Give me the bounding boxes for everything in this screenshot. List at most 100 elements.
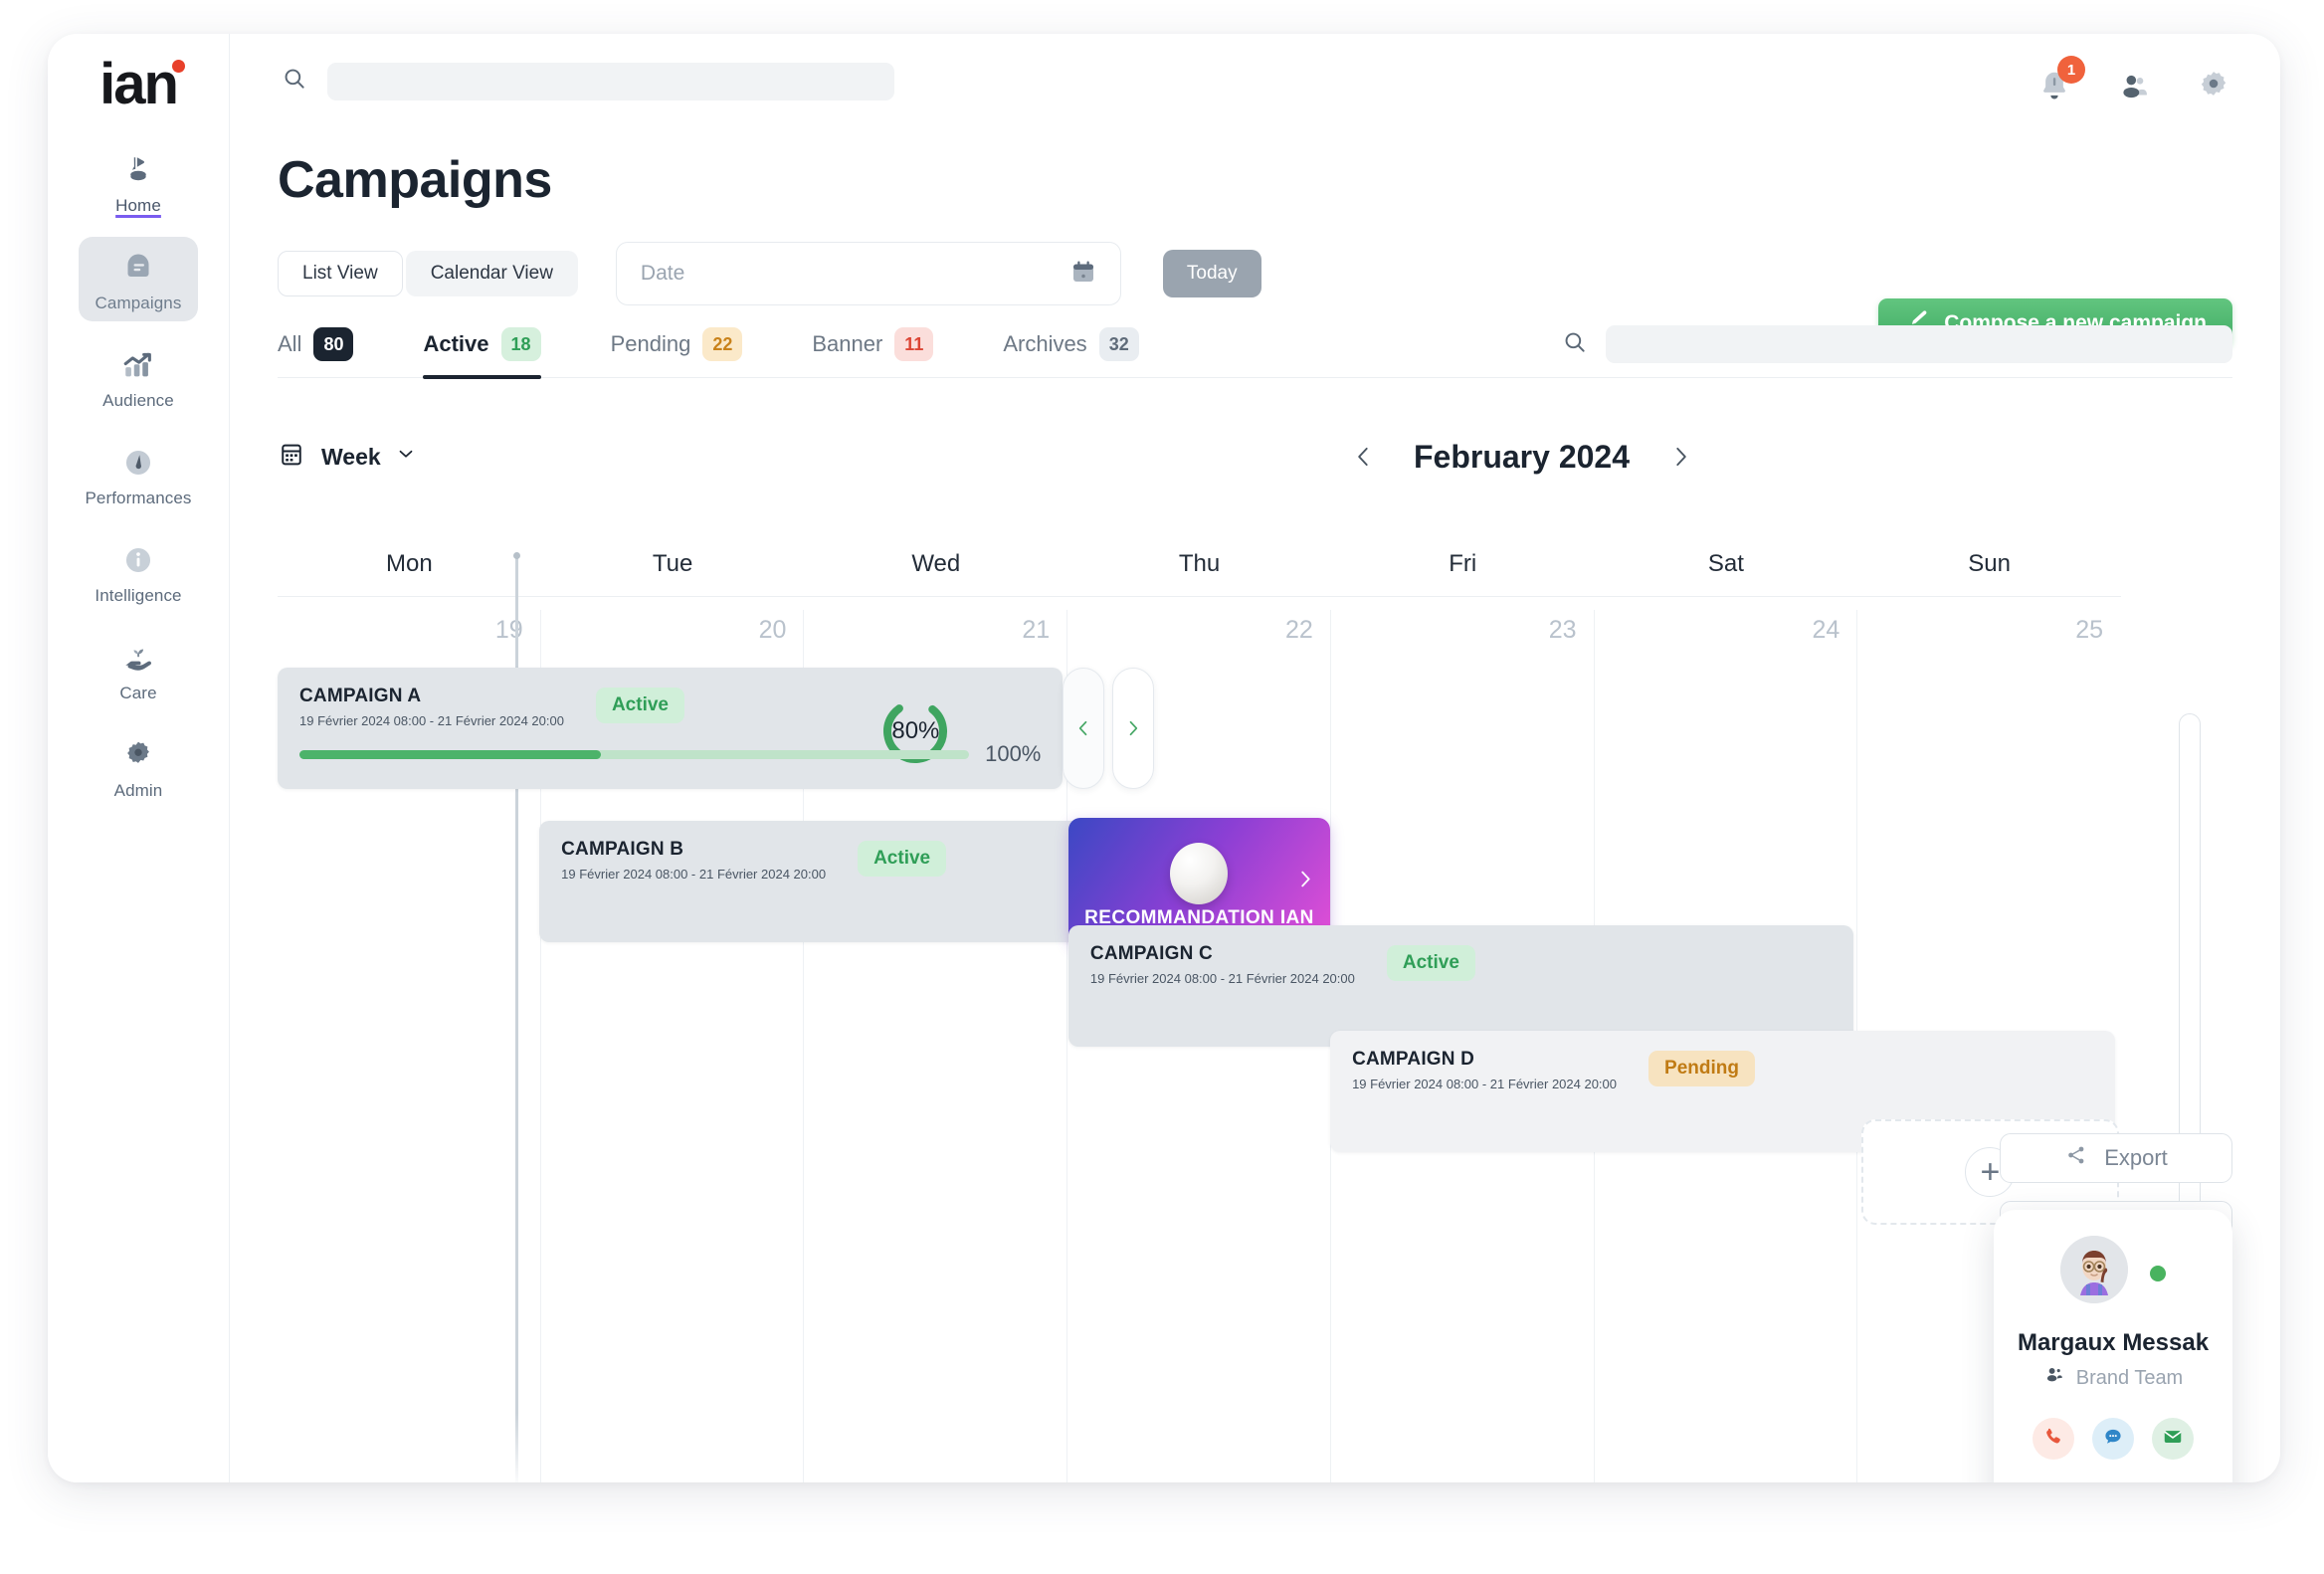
range-selector-label: Week bbox=[321, 443, 381, 470]
event-prev-button[interactable] bbox=[1063, 668, 1105, 789]
tab-label: Archives bbox=[1003, 331, 1087, 356]
chevron-right-icon bbox=[1294, 869, 1316, 895]
calendar-date-numbers: 19 20 21 22 23 24 25 bbox=[278, 610, 2121, 645]
mailbox-icon bbox=[117, 247, 159, 289]
phone-icon bbox=[2042, 1426, 2064, 1453]
event-title: CAMPAIGN C bbox=[1089, 943, 1213, 964]
calendar-grid-icon bbox=[278, 441, 305, 474]
contact-card[interactable]: Margaux Messak Brand Team bbox=[1994, 1210, 2232, 1482]
people-icon bbox=[2043, 1364, 2065, 1392]
recommendation-card[interactable]: RECOMMANDATION IAN bbox=[1067, 818, 1331, 945]
campaign-search bbox=[1562, 325, 2232, 363]
sidebar-item-label: Intelligence bbox=[95, 586, 182, 605]
sidebar-item-intelligence[interactable]: Intelligence bbox=[79, 529, 198, 614]
status-badge: Pending bbox=[1648, 1051, 1755, 1086]
contact-team: Brand Team bbox=[2043, 1364, 2183, 1392]
tab-label: All bbox=[278, 331, 302, 356]
topbar: 1 bbox=[230, 34, 2280, 128]
event-dates: 19 Février 2024 08:00 - 21 Février 2024 … bbox=[1089, 971, 1355, 986]
event-card-navigation bbox=[1063, 668, 1155, 789]
day-number: 21 bbox=[1022, 616, 1051, 644]
prev-month-button[interactable] bbox=[1350, 444, 1376, 470]
day-number: 25 bbox=[2075, 616, 2103, 644]
date-filter[interactable]: Date bbox=[615, 242, 1121, 305]
view-controls: List View Calendar View Date Today bbox=[278, 242, 2280, 305]
event-title: CAMPAIGN A bbox=[299, 686, 422, 706]
sidebar-item-label: Performances bbox=[85, 489, 192, 507]
list-view-button[interactable]: List View bbox=[278, 251, 403, 296]
sidebar-item-label: Audience bbox=[102, 391, 174, 410]
contact-actions bbox=[2033, 1418, 2194, 1460]
day-header: Fri bbox=[1449, 550, 1477, 577]
campaign-search-input[interactable] bbox=[1606, 325, 2232, 363]
event-dates: 19 Février 2024 08:00 - 21 Février 2024 … bbox=[1352, 1077, 1618, 1091]
day-header: Mon bbox=[386, 550, 433, 577]
users-button[interactable] bbox=[2115, 68, 2153, 110]
flag-icon bbox=[117, 149, 159, 191]
tab-active[interactable]: Active 18 bbox=[423, 327, 562, 379]
share-icon bbox=[2064, 1143, 2088, 1173]
gear-icon bbox=[117, 734, 159, 776]
tab-count-badge: 11 bbox=[894, 327, 934, 361]
day-header: Thu bbox=[1178, 550, 1221, 577]
calendar-grid: 19 20 21 22 23 24 25 CAMPAIGN A 19 Févri… bbox=[278, 552, 2121, 1482]
tab-count-badge: 18 bbox=[500, 327, 541, 361]
tab-archives[interactable]: Archives 32 bbox=[1003, 327, 1160, 377]
progress-bar-label: 100% bbox=[985, 741, 1042, 766]
sidebar-item-performances[interactable]: Performances bbox=[79, 432, 198, 516]
progress-bar-fill bbox=[299, 749, 601, 759]
today-button[interactable]: Today bbox=[1162, 250, 1261, 297]
event-card-campaign-c[interactable]: CAMPAIGN C 19 Février 2024 08:00 - 21 Fé… bbox=[1067, 925, 1854, 1047]
tab-count-badge: 22 bbox=[702, 327, 743, 361]
event-next-button[interactable] bbox=[1112, 668, 1155, 789]
tab-pending[interactable]: Pending 22 bbox=[611, 327, 765, 377]
filter-tabs: All 80 Active 18 Pending 22 Banner 11 Ar… bbox=[278, 325, 2232, 379]
chevron-down-icon bbox=[395, 443, 417, 471]
notifications-button[interactable]: 1 bbox=[2035, 56, 2085, 110]
event-title: CAMPAIGN D bbox=[1352, 1049, 1475, 1070]
date-filter-placeholder: Date bbox=[640, 262, 685, 285]
search-input[interactable] bbox=[327, 62, 894, 100]
sidebar-item-care[interactable]: Care bbox=[79, 627, 198, 711]
export-label: Export bbox=[2104, 1145, 2168, 1170]
main-content: Campaigns List View Calendar View Date T… bbox=[230, 128, 2280, 1482]
sidebar-item-admin[interactable]: Admin bbox=[79, 724, 198, 809]
month-label: February 2024 bbox=[1413, 438, 1631, 475]
recommendation-label: RECOMMANDATION IAN bbox=[1084, 907, 1314, 928]
call-button[interactable] bbox=[2033, 1418, 2074, 1460]
global-search bbox=[282, 62, 894, 100]
view-toggle: List View Calendar View bbox=[278, 251, 578, 296]
calendar-view-button[interactable]: Calendar View bbox=[405, 251, 578, 296]
app-window: ian Home Campaigns Audience Performances… bbox=[48, 34, 2280, 1482]
bar-chart-trend-icon bbox=[117, 344, 159, 386]
page-title: Campaigns bbox=[278, 151, 552, 209]
progress-bar bbox=[299, 749, 970, 759]
avatar bbox=[2060, 1236, 2128, 1303]
day-header: Sat bbox=[1707, 550, 1744, 577]
tab-count-badge: 80 bbox=[313, 327, 354, 361]
month-navigation: February 2024 bbox=[1350, 439, 1693, 476]
calendar-icon bbox=[1068, 257, 1098, 292]
sidebar-item-campaigns[interactable]: Campaigns bbox=[79, 237, 198, 321]
event-card-campaign-a[interactable]: CAMPAIGN A 19 Février 2024 08:00 - 21 Fé… bbox=[278, 668, 1155, 789]
next-month-button[interactable] bbox=[1667, 444, 1693, 470]
sidebar-item-home[interactable]: Home bbox=[79, 139, 198, 224]
range-selector[interactable]: Week bbox=[321, 443, 417, 471]
hand-sprout-icon bbox=[117, 637, 159, 679]
settings-button[interactable] bbox=[2195, 68, 2232, 110]
app-logo[interactable]: ian bbox=[99, 56, 185, 113]
sidebar-item-audience[interactable]: Audience bbox=[79, 334, 198, 419]
sidebar-item-label: Home bbox=[115, 196, 161, 215]
chat-bubble-icon bbox=[2102, 1426, 2124, 1453]
message-button[interactable] bbox=[2092, 1418, 2134, 1460]
status-indicator bbox=[2150, 1266, 2166, 1281]
logo-dot-icon bbox=[171, 60, 185, 73]
tab-banner[interactable]: Banner 11 bbox=[812, 327, 955, 377]
contact-avatar-row bbox=[2060, 1236, 2166, 1303]
sidebar-item-label: Admin bbox=[113, 781, 163, 800]
email-button[interactable] bbox=[2152, 1418, 2194, 1460]
tab-all[interactable]: All 80 bbox=[278, 327, 375, 377]
sidebar-item-label: Care bbox=[119, 684, 157, 702]
export-button[interactable]: Export bbox=[2000, 1133, 2232, 1183]
event-dates: 19 Février 2024 08:00 - 21 Février 2024 … bbox=[299, 713, 564, 728]
